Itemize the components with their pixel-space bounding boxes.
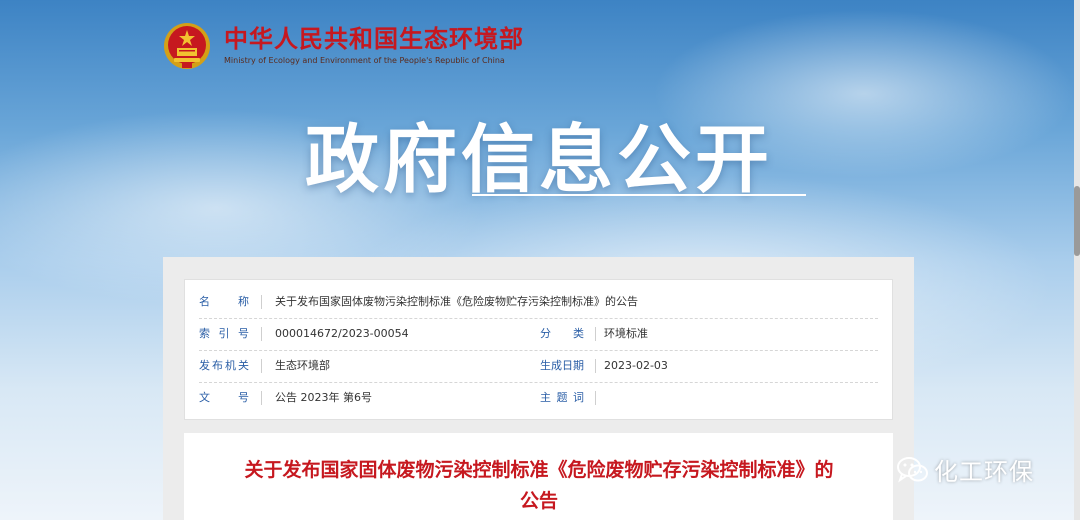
category-label: 分 类 — [540, 327, 584, 340]
article-body: 关于发布国家固体废物污染控制标准《危险废物贮存污染控制标准》的公告 — [184, 433, 893, 520]
separator — [595, 359, 596, 373]
document-metadata-table: 名 称 关于发布国家固体废物污染控制标准《危险废物贮存污染控制标准》的公告 索 … — [184, 279, 893, 420]
org-name-cn: 中华人民共和国生态环境部 — [224, 25, 524, 53]
category-value: 环境标准 — [604, 327, 648, 340]
separator — [261, 359, 262, 373]
metadata-row-index: 索 引 号 000014672/2023-00054 分 类 环境标准 — [199, 318, 878, 351]
hero: 政府信息公开 — [0, 100, 1080, 207]
name-label: 名 称 — [199, 295, 249, 308]
metadata-row-issuer: 发布机关 生态环境部 生成日期 2023-02-03 — [199, 350, 878, 383]
index-value: 000014672/2023-00054 — [275, 327, 409, 340]
watermark: 化工环保 — [896, 452, 1034, 487]
separator — [261, 327, 262, 341]
date-label: 生成日期 — [540, 359, 584, 372]
metadata-row-doc-no: 文 号 公告 2023年 第6号 主 题 词 — [199, 382, 878, 414]
watermark-text: 化工环保 — [934, 458, 1034, 486]
separator — [595, 391, 596, 405]
doc-no-label: 文 号 — [199, 391, 249, 404]
article-title: 关于发布国家固体废物污染控制标准《危险废物贮存污染控制标准》的公告 — [244, 459, 834, 512]
name-value: 关于发布国家固体废物污染控制标准《危险废物贮存污染控制标准》的公告 — [275, 295, 638, 308]
separator — [595, 327, 596, 341]
doc-no-value: 公告 2023年 第6号 — [275, 391, 372, 404]
site-header: 中华人民共和国生态环境部 Ministry of Ecology and Env… — [162, 18, 524, 74]
page-title: 政府信息公开 — [305, 117, 773, 203]
org-name-en: Ministry of Ecology and Environment of t… — [224, 56, 505, 65]
date-value: 2023-02-03 — [604, 359, 668, 372]
separator — [261, 391, 262, 405]
national-emblem-icon — [164, 23, 210, 69]
separator — [261, 295, 262, 309]
keywords-label: 主 题 词 — [540, 391, 584, 404]
metadata-row-name: 名 称 关于发布国家固体废物污染控制标准《危险废物贮存污染控制标准》的公告 — [199, 286, 878, 319]
title-underline — [472, 194, 806, 196]
wechat-icon — [897, 456, 928, 482]
index-label: 索 引 号 — [199, 327, 249, 340]
issuer-label: 发布机关 — [199, 359, 249, 372]
issuer-value: 生态环境部 — [275, 359, 330, 372]
scrollbar[interactable] — [1074, 0, 1080, 520]
